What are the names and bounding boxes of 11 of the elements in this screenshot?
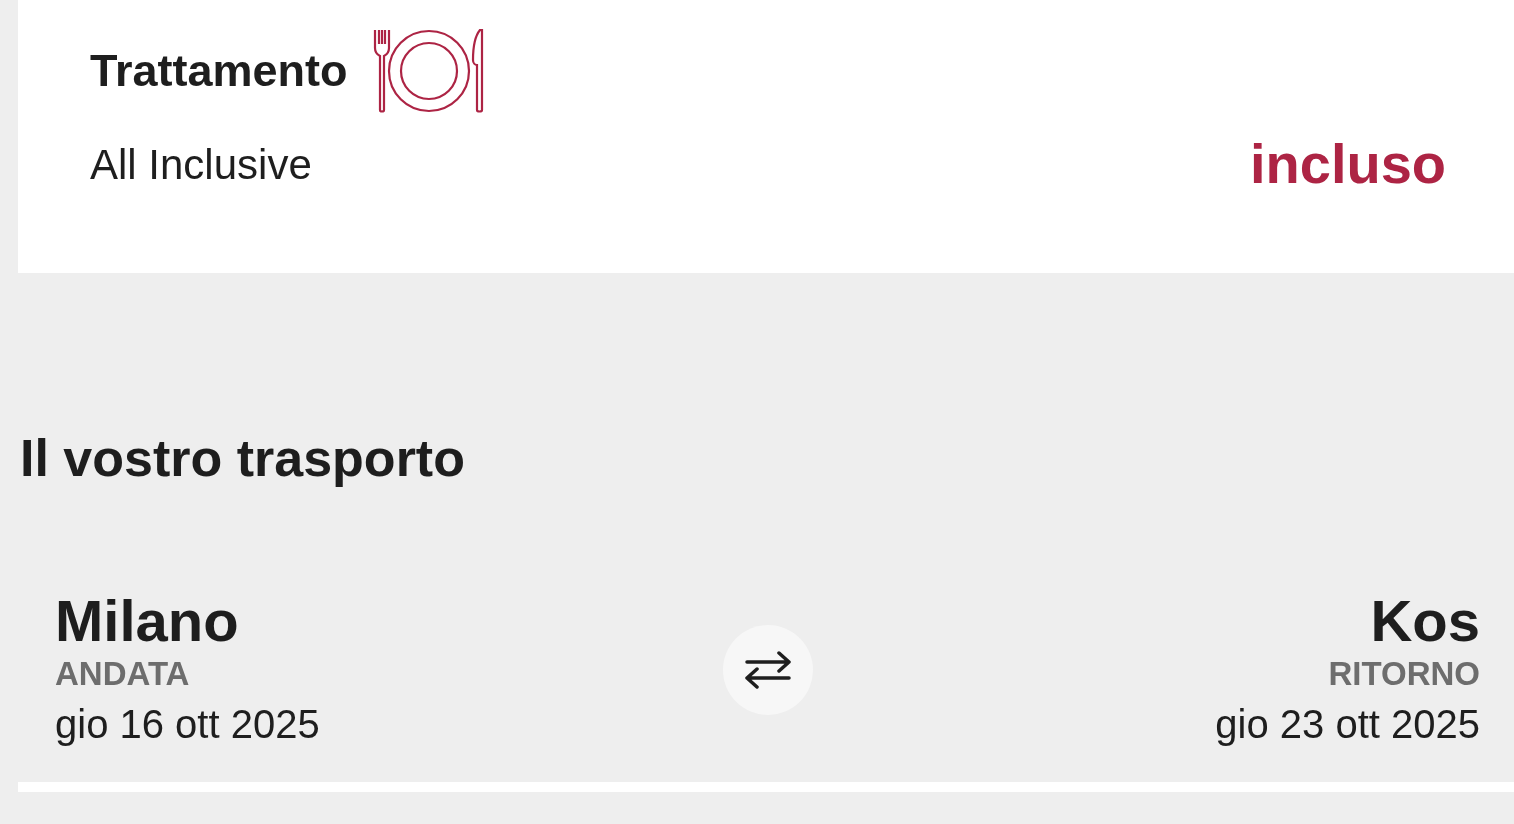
section-heading: Il vostro trasporto — [20, 428, 466, 489]
leg-label: RITORNO — [1328, 653, 1480, 694]
price-label: incluso — [1249, 131, 1446, 197]
city-name: Milano — [55, 589, 240, 653]
travel-date: gio 16 ott 2025 — [55, 700, 320, 748]
board-type: All Inclusive — [90, 139, 312, 190]
travel-date: gio 23 ott 2025 — [1215, 700, 1480, 748]
city-name: Kos — [1370, 589, 1480, 653]
treatment-title: Trattamento — [90, 44, 348, 99]
plate-cutlery-icon — [371, 28, 486, 114]
leg-label: ANDATA — [55, 653, 191, 694]
